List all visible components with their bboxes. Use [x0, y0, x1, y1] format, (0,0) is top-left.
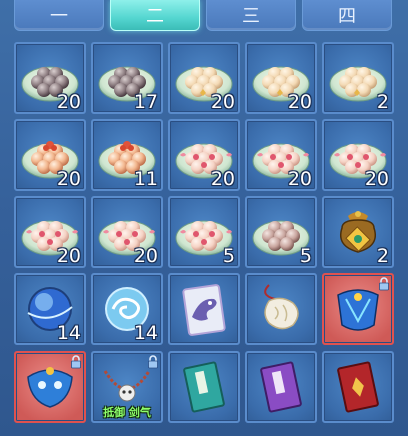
inventory-slot[interactable] [168, 351, 240, 423]
inventory-slot[interactable] [168, 273, 240, 345]
item-count: 20 [364, 168, 389, 190]
item-count: 20 [210, 168, 235, 190]
inventory-slot[interactable]: 5 [168, 196, 240, 268]
inventory-slot[interactable]: 14 [14, 273, 86, 345]
inventory-slot[interactable]: 17 [91, 42, 163, 114]
inventory-slot[interactable]: 抵御 剑气 [91, 351, 163, 423]
item-count: 20 [56, 91, 81, 113]
inventory-slot[interactable] [322, 273, 394, 345]
item-count: 20 [56, 168, 81, 190]
inventory-grid: 20 17 20 20 2 20 11 20 20 20 20 20 5 5 2 14 14 抵御 剑气 [14, 42, 398, 432]
item-count: 17 [133, 91, 158, 113]
teal-book-icon [183, 361, 225, 413]
item-count: 14 [133, 322, 158, 344]
inventory-slot[interactable]: 2 [322, 42, 394, 114]
tab-three[interactable]: 三 [206, 0, 296, 31]
lock-icon [379, 277, 389, 291]
tab-one[interactable]: 一 [14, 0, 104, 31]
item-tag: 抵御 剑气 [103, 406, 151, 419]
tab-four[interactable]: 四 [302, 0, 392, 31]
item-count: 5 [222, 245, 235, 267]
inventory-slot[interactable]: 20 [168, 119, 240, 191]
lock-icon [148, 355, 158, 369]
inventory-slot[interactable]: 14 [91, 273, 163, 345]
inventory-slot[interactable]: 5 [245, 196, 317, 268]
inventory-slot[interactable]: 20 [91, 196, 163, 268]
inventory-slot[interactable]: 11 [91, 119, 163, 191]
inventory-slot[interactable]: 20 [14, 42, 86, 114]
inventory-slot[interactable] [245, 351, 317, 423]
item-count: 14 [56, 322, 81, 344]
item-count: 20 [287, 91, 312, 113]
inventory-slot[interactable]: 20 [245, 119, 317, 191]
item-count: 2 [376, 245, 389, 267]
inventory-slot[interactable]: 20 [245, 42, 317, 114]
inventory-slot[interactable]: 2 [322, 196, 394, 268]
item-count: 5 [299, 245, 312, 267]
item-count: 11 [133, 168, 158, 190]
item-count: 20 [133, 245, 158, 267]
lock-icon [71, 355, 81, 369]
item-count: 20 [210, 91, 235, 113]
item-count: 2 [376, 91, 389, 113]
inventory-slot[interactable]: 20 [168, 42, 240, 114]
inventory-slot[interactable] [322, 351, 394, 423]
inventory-slot[interactable]: 20 [322, 119, 394, 191]
tab-two[interactable]: 二 [110, 0, 200, 31]
inventory-slot[interactable]: 20 [14, 196, 86, 268]
beast-card-icon [182, 284, 226, 336]
item-count: 20 [287, 168, 312, 190]
tab-bar: 一 二 三 四 [0, 0, 408, 36]
jade-pendant-icon [264, 284, 299, 330]
inventory-slot[interactable]: 20 [14, 119, 86, 191]
red-book-icon [337, 361, 379, 413]
purple-book-icon [260, 361, 302, 413]
inventory-slot[interactable] [245, 273, 317, 345]
inventory-slot[interactable] [14, 351, 86, 423]
item-count: 20 [56, 245, 81, 267]
